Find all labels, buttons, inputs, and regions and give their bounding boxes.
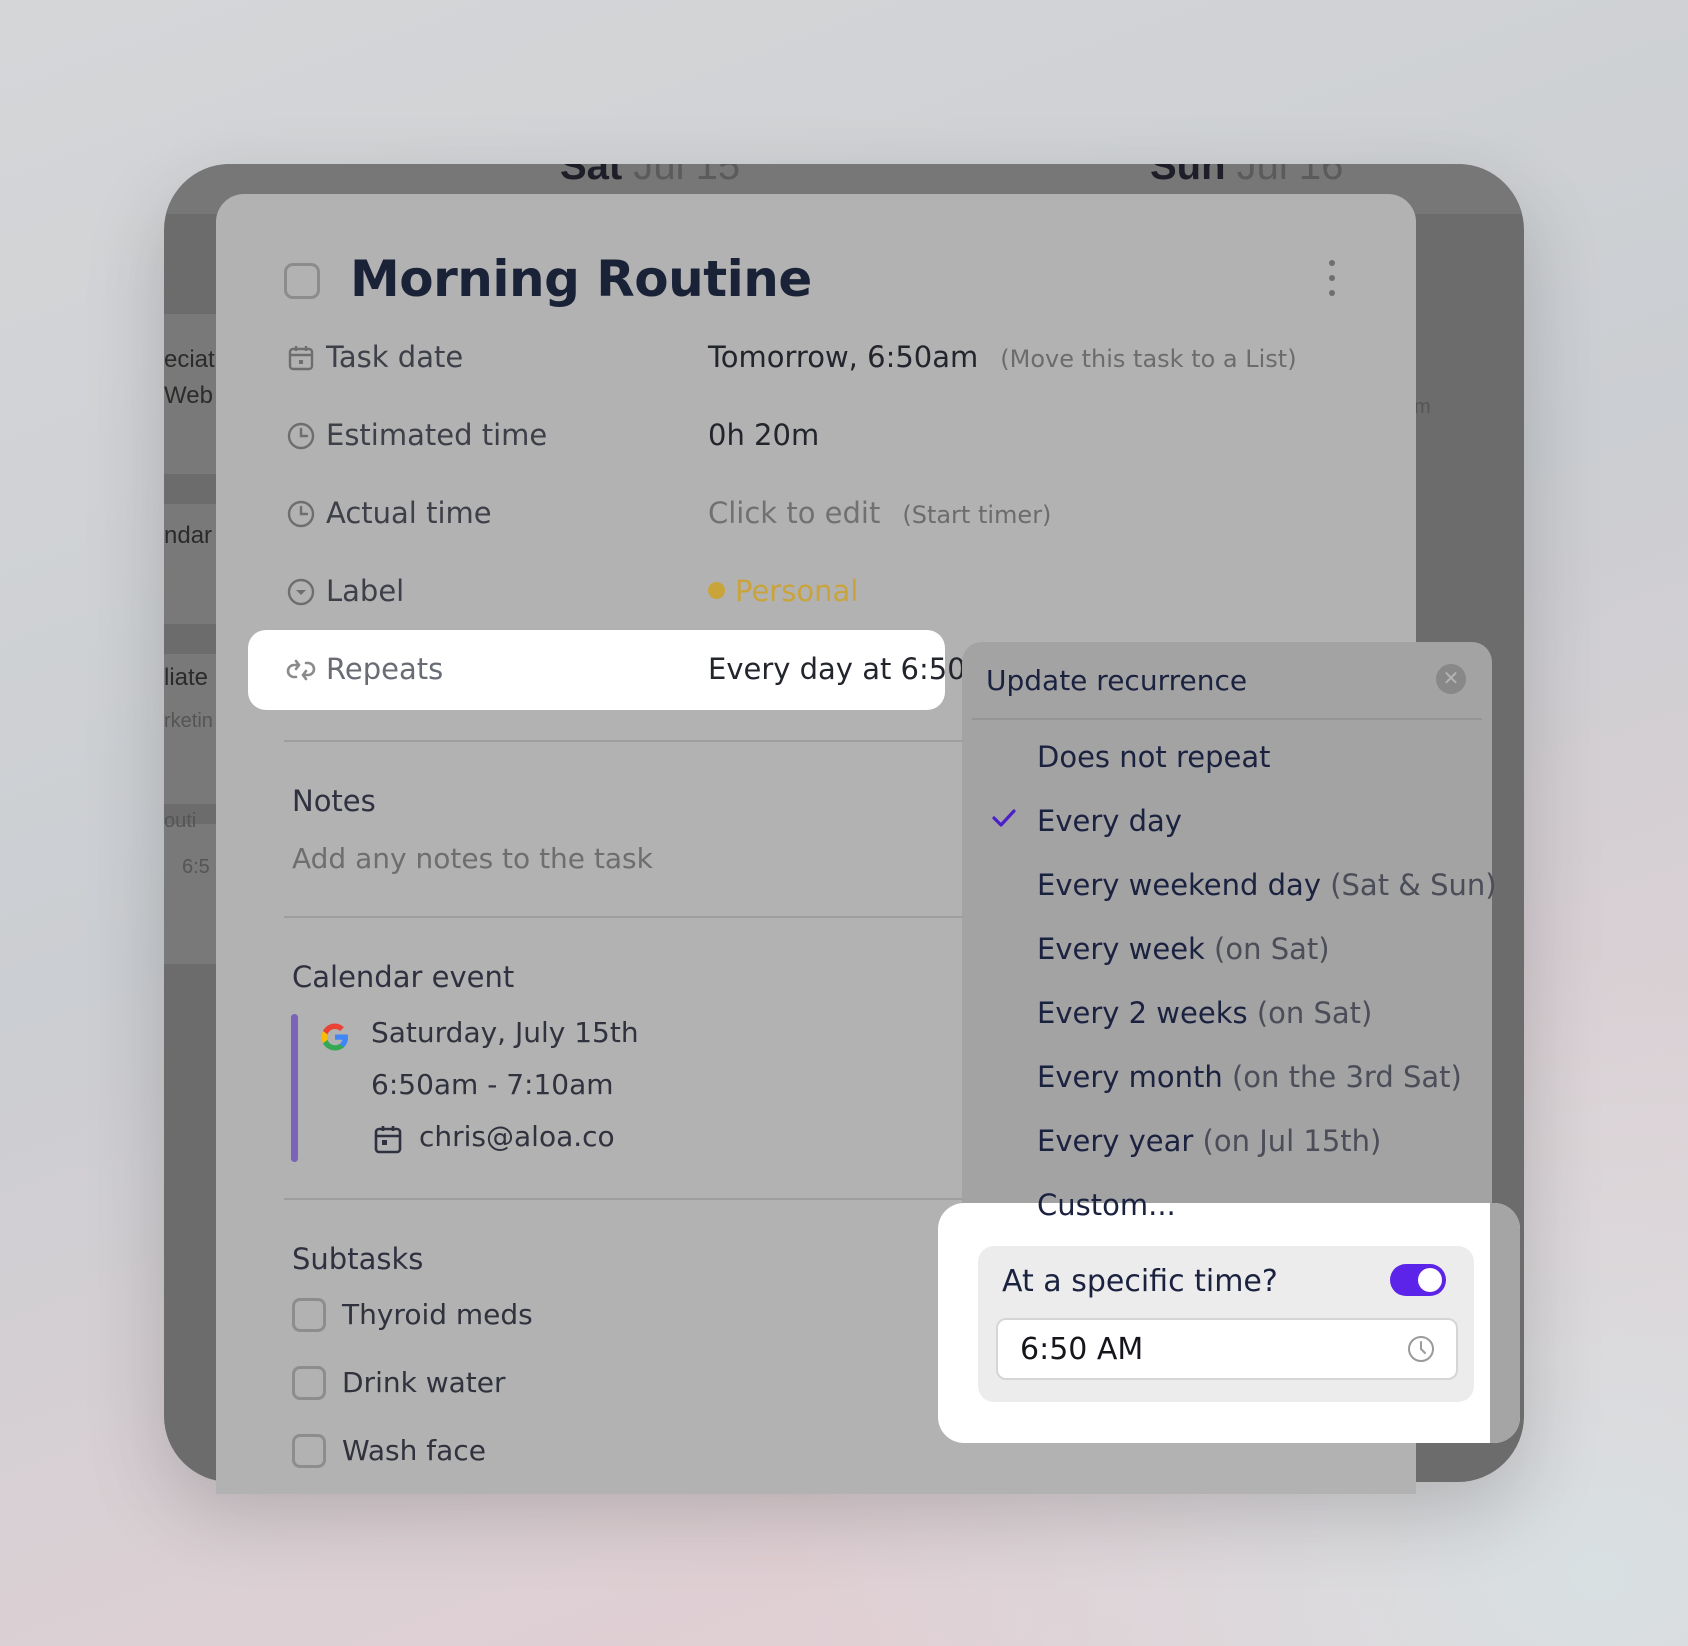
subtask-checkbox[interactable] [292, 1434, 326, 1468]
divider [972, 718, 1482, 720]
notes-title: Notes [292, 784, 376, 818]
recurrence-option-selected[interactable]: Every day [1037, 804, 1182, 838]
label-label: Label [326, 574, 405, 608]
clock-icon[interactable] [1406, 1334, 1436, 1364]
estimated-time-label: Estimated time [326, 418, 548, 452]
backdrop-text: outi [164, 810, 197, 832]
calendar-event-title: Calendar event [292, 960, 515, 994]
recurrence-option[interactable]: Every month (on the 3rd Sat) [1037, 1060, 1462, 1094]
calendar-event-date: Saturday, July 15th [371, 1016, 639, 1049]
specific-time-card: At a specific time? 6:50 AM [978, 1246, 1474, 1402]
task-complete-checkbox[interactable] [284, 263, 320, 299]
subtask-label[interactable]: Thyroid meds [342, 1298, 533, 1331]
subtask-checkbox[interactable] [292, 1366, 326, 1400]
label-value[interactable]: Personal [708, 574, 858, 608]
divider [284, 916, 984, 918]
backdrop-text: m [1414, 396, 1431, 418]
subtask-checkbox[interactable] [292, 1298, 326, 1332]
actual-time-row[interactable]: Actual time Click to edit (Start timer) [286, 490, 1286, 540]
label-color-dot [708, 582, 725, 599]
backdrop-text: ndar [164, 522, 213, 549]
google-icon [321, 1023, 348, 1051]
repeat-icon [286, 659, 316, 681]
calendar-icon [288, 346, 314, 371]
specific-time-toggle[interactable] [1390, 1264, 1446, 1296]
subtask-label[interactable]: Wash face [342, 1434, 486, 1467]
recurrence-option-custom[interactable]: Custom... [1037, 1188, 1176, 1222]
backdrop-text: liate [164, 664, 209, 691]
subtasks-title: Subtasks [292, 1242, 424, 1276]
move-to-list-link[interactable]: (Move this task to a List) [1000, 345, 1296, 373]
task-date-row[interactable]: Task date Tomorrow, 6:50am (Move this tas… [286, 334, 1297, 384]
notes-input[interactable]: Add any notes to the task [292, 842, 653, 875]
task-title[interactable]: Morning Routine [350, 250, 812, 308]
divider [284, 740, 984, 742]
specific-time-label: At a specific time? [1002, 1264, 1278, 1299]
actual-time-label: Actual time [326, 496, 492, 530]
estimated-time-row[interactable]: Estimated time 0h 20m [286, 412, 1286, 462]
recurrence-option[interactable]: Every 2 weeks (on Sat) [1037, 996, 1372, 1030]
divider [284, 1198, 984, 1200]
task-date-label: Task date [326, 340, 464, 374]
recurrence-option[interactable]: Every weekend day (Sat & Sun) [1037, 868, 1497, 902]
backdrop-text: rketin [164, 710, 213, 732]
check-icon [992, 809, 1016, 827]
label-row[interactable]: Label Personal [286, 568, 1286, 618]
time-input[interactable]: 6:50 AM [996, 1318, 1458, 1380]
clock-icon [287, 500, 315, 528]
more-options-button[interactable] [1320, 260, 1344, 300]
recurrence-option[interactable]: Every year (on Jul 15th) [1037, 1124, 1381, 1158]
recurrence-option[interactable]: Every week (on Sat) [1037, 932, 1330, 966]
estimated-time-value[interactable]: 0h 20m [708, 418, 819, 452]
day-header-left: Sat Jul 15 [560, 164, 741, 188]
subtask-label[interactable]: Drink water [342, 1366, 506, 1399]
popover-title: Update recurrence [986, 664, 1248, 697]
panel-shade [1490, 1203, 1520, 1443]
start-timer-link[interactable]: (Start timer) [902, 501, 1051, 529]
backdrop-task-card [164, 824, 224, 964]
backdrop-text: 6:5 [182, 856, 210, 878]
task-date-value[interactable]: Tomorrow, 6:50am (Move this task to a Lis… [708, 340, 1297, 374]
calendar-icon [374, 1126, 402, 1154]
recurrence-option[interactable]: Does not repeat [1037, 740, 1270, 774]
clock-icon [287, 422, 315, 450]
chevron-circle-icon [287, 578, 315, 606]
day-header-right: Sun Jul 16 [1150, 164, 1344, 188]
backdrop-text: eciat [164, 346, 215, 373]
actual-time-value[interactable]: Click to edit (Start timer) [708, 496, 1051, 530]
repeats-label: Repeats [326, 652, 444, 686]
close-icon[interactable]: ✕ [1436, 664, 1466, 694]
calendar-event-time: 6:50am - 7:10am [371, 1068, 614, 1101]
calendar-event-color-bar [291, 1014, 298, 1162]
title-row: Morning Routine [284, 250, 1344, 320]
calendar-account: chris@aloa.co [419, 1120, 615, 1153]
